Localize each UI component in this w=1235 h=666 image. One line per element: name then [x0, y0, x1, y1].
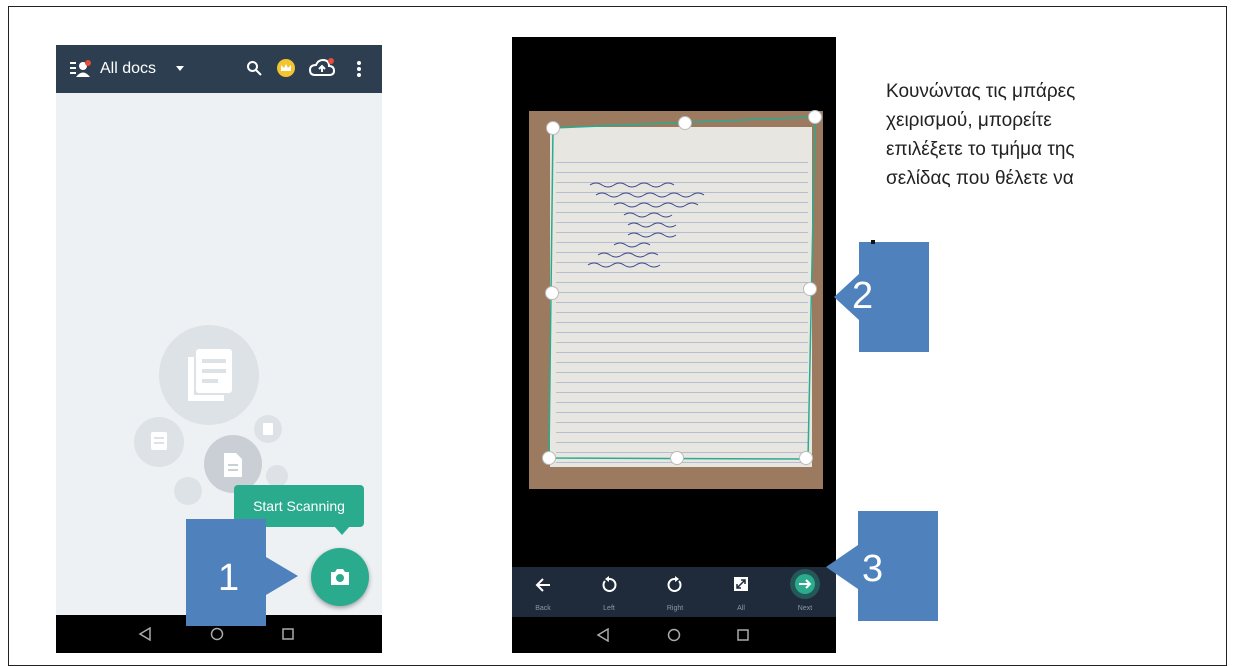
recents-square-icon[interactable] — [281, 627, 295, 641]
stray-mark — [871, 240, 875, 244]
crop-handle-bottom-right[interactable] — [799, 451, 813, 465]
crown-badge-icon[interactable] — [276, 58, 296, 83]
docs-filter-title[interactable]: All docs — [100, 60, 156, 78]
home-circle-icon[interactable] — [210, 627, 224, 641]
arrow-left-icon — [535, 578, 550, 592]
camera-fab-button[interactable] — [311, 548, 369, 606]
callout-1: 1 — [186, 519, 306, 626]
description-line: σελίδας που θέλετε να — [886, 168, 1074, 189]
toolbar-label: Left — [603, 605, 615, 612]
toolbar-label: Back — [535, 605, 551, 612]
rotate-left-button[interactable]: Left — [584, 567, 634, 617]
home-circle-icon[interactable] — [667, 628, 681, 642]
callout-number: 1 — [218, 557, 240, 599]
callout-number: 3 — [862, 548, 884, 590]
next-button[interactable]: Next — [780, 567, 830, 617]
description-line: Κουνώντας τις μπάρες — [886, 81, 1076, 102]
app-bar: All docs — [56, 45, 382, 93]
callout-3: 3 — [826, 511, 940, 621]
crop-handle-top-right[interactable] — [808, 110, 822, 124]
cloud-upload-icon[interactable] — [308, 57, 336, 84]
crop-toolbar: Back Left Right All Next — [512, 567, 836, 617]
back-triangle-icon[interactable] — [596, 628, 610, 642]
crop-handle-bottom-left[interactable] — [542, 451, 556, 465]
toolbar-label: Right — [666, 605, 684, 612]
description-text: Κουνώντας τις μπάρες χειρισμού, μπορείτε… — [886, 77, 1206, 193]
tooltip-label: Start Scanning — [253, 498, 345, 514]
crop-handle-mid-left[interactable] — [545, 286, 559, 300]
crop-handle-bottom-mid[interactable] — [670, 451, 684, 465]
people-icon[interactable] — [70, 59, 92, 84]
android-nav-bar — [512, 617, 836, 653]
rotate-right-button[interactable]: Right — [650, 567, 700, 617]
rotate-left-icon — [602, 576, 617, 592]
toolbar-label: Next — [797, 605, 813, 612]
chevron-down-icon[interactable] — [176, 66, 184, 71]
recents-square-icon[interactable] — [736, 628, 750, 642]
crop-frame[interactable] — [512, 37, 836, 653]
arrow-right-circle-icon — [790, 569, 820, 599]
more-vert-icon[interactable] — [356, 60, 362, 83]
back-button[interactable]: Back — [518, 567, 568, 617]
rotate-right-icon — [667, 576, 682, 592]
back-triangle-icon[interactable] — [138, 627, 152, 641]
description-line: χειρισμού, μπορείτε — [886, 110, 1052, 131]
crop-handle-top-left[interactable] — [546, 121, 560, 135]
crop-handle-top-mid[interactable] — [678, 116, 692, 130]
camera-icon — [331, 569, 349, 585]
callout-2: 2 — [834, 242, 934, 352]
search-icon[interactable] — [246, 60, 262, 81]
expand-icon — [734, 577, 748, 591]
crop-handle-mid-right[interactable] — [803, 282, 817, 296]
description-line: επιλέξετε το τμήμα της — [886, 139, 1075, 160]
phone-screen-crop: Back Left Right All Next — [512, 37, 836, 653]
documents-icon — [188, 349, 232, 401]
select-all-button[interactable]: All — [716, 567, 766, 617]
toolbar-label: All — [737, 605, 745, 612]
callout-number: 2 — [852, 275, 874, 317]
